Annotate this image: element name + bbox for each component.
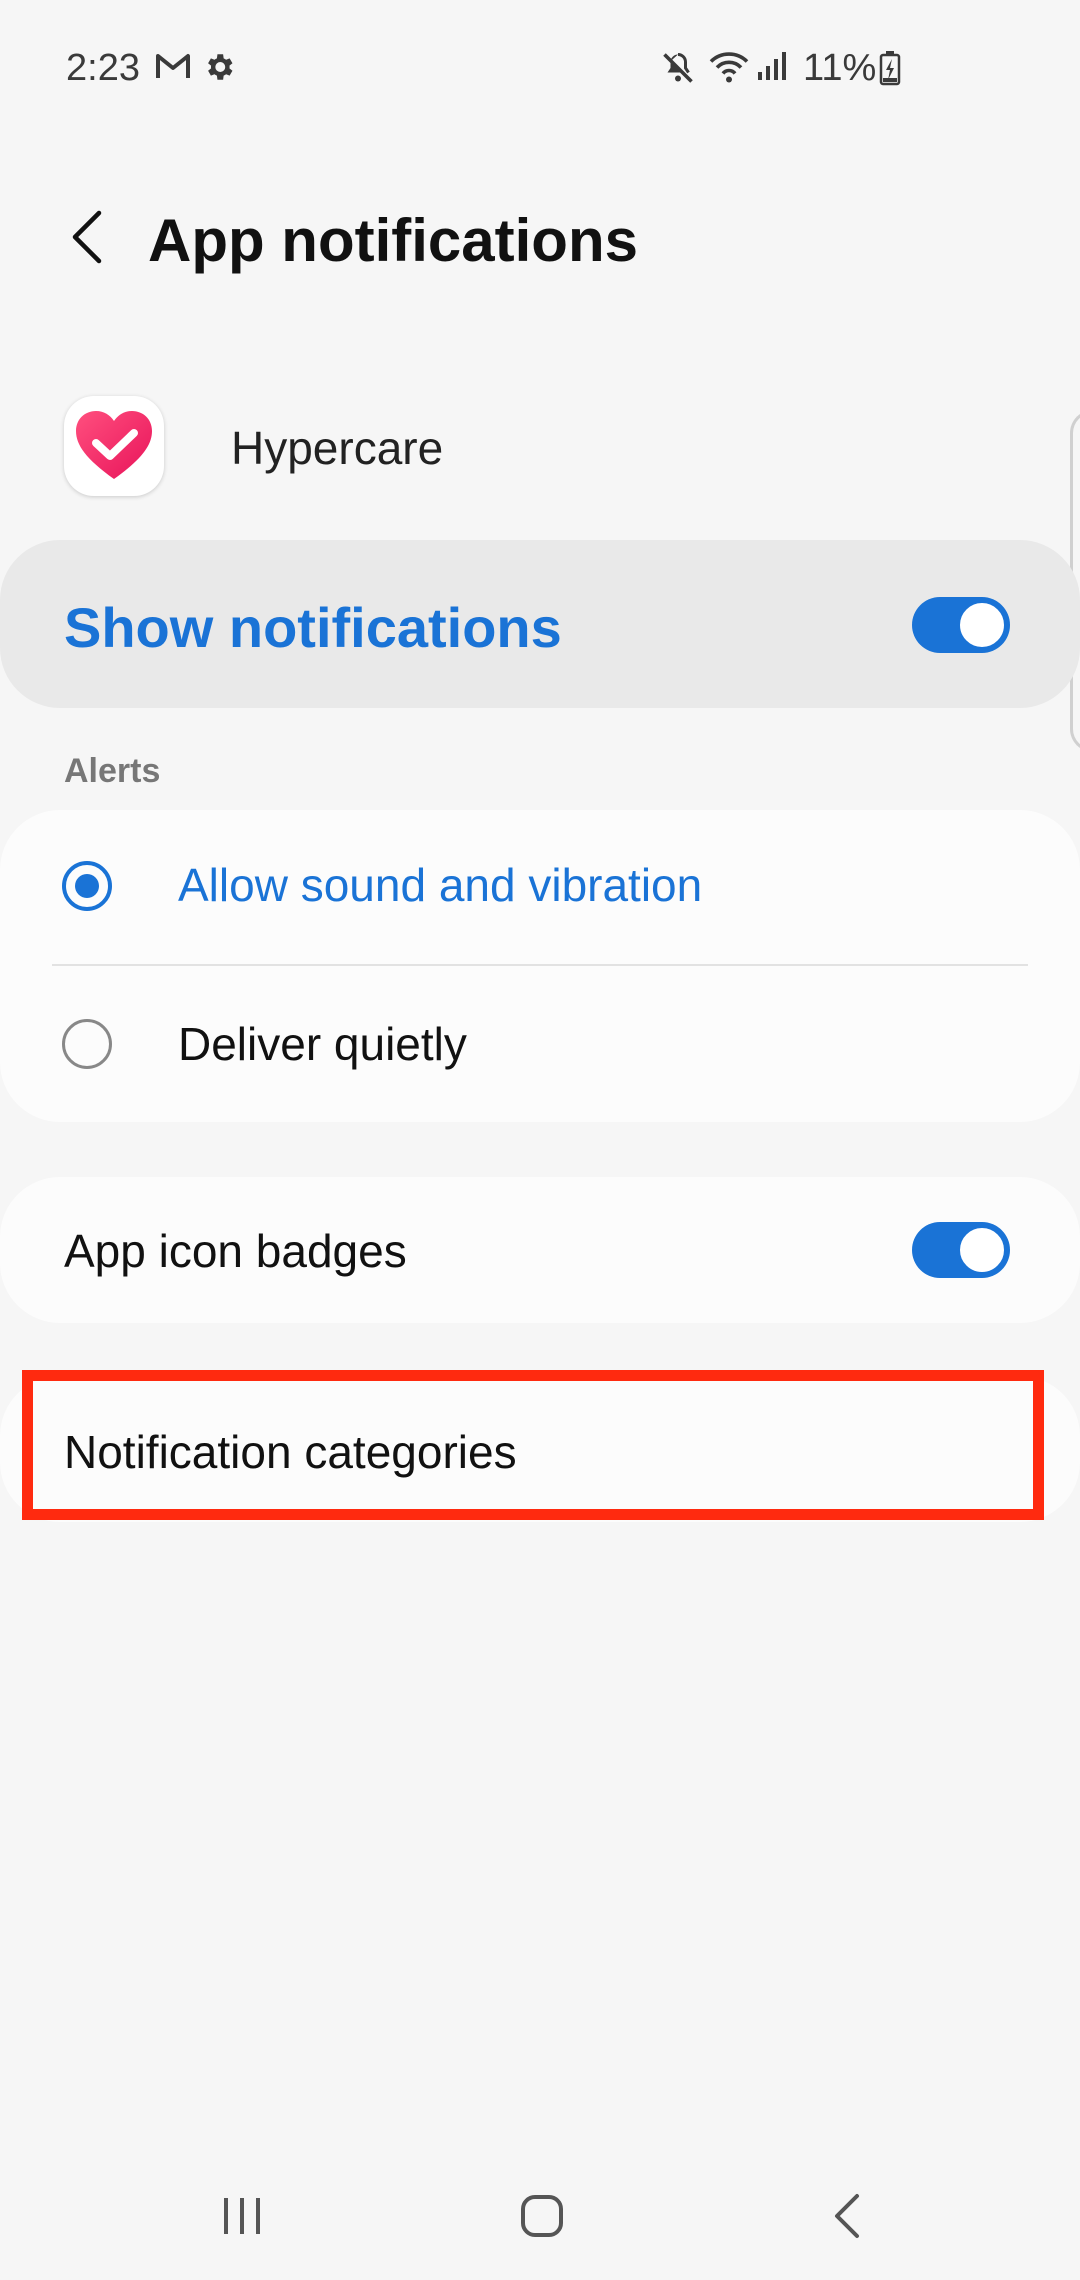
back-icon[interactable]	[829, 2192, 865, 2245]
heart-check-icon	[64, 396, 164, 496]
back-button[interactable]	[52, 200, 122, 278]
mute-icon	[660, 50, 696, 91]
show-notifications-label: Show notifications	[64, 596, 562, 659]
recents-icon[interactable]	[220, 2196, 264, 2241]
gmail-icon	[155, 52, 191, 85]
alerts-section-header: Alerts	[64, 752, 161, 790]
battery-charging-icon	[879, 50, 901, 91]
signal-icon	[756, 50, 790, 87]
toggle-knob	[958, 601, 1006, 649]
chevron-left-icon	[67, 209, 107, 270]
app-icon-badges-label: App icon badges	[64, 1225, 407, 1277]
app-name: Hypercare	[231, 422, 444, 474]
settings-icon	[202, 50, 236, 89]
deliver-quietly-option[interactable]	[0, 966, 1080, 1122]
deliver-quietly-label: Deliver quietly	[178, 1018, 467, 1070]
allow-sound-label: Allow sound and vibration	[178, 859, 703, 911]
status-bar: 2:23 11%	[0, 0, 1080, 130]
radio-button-unselected[interactable]	[62, 1019, 112, 1069]
radio-button-selected[interactable]	[62, 861, 112, 911]
toggle-knob	[958, 1226, 1006, 1274]
status-time: 2:23	[66, 47, 140, 89]
show-notifications-toggle[interactable]	[912, 597, 1010, 653]
wifi-icon	[708, 48, 750, 89]
battery-percent: 11%	[803, 47, 877, 89]
page-title: App notifications	[148, 207, 638, 274]
app-icon-badges-toggle[interactable]	[912, 1222, 1010, 1278]
notification-categories-label: Notification categories	[64, 1426, 517, 1478]
home-icon[interactable]	[519, 2193, 565, 2244]
